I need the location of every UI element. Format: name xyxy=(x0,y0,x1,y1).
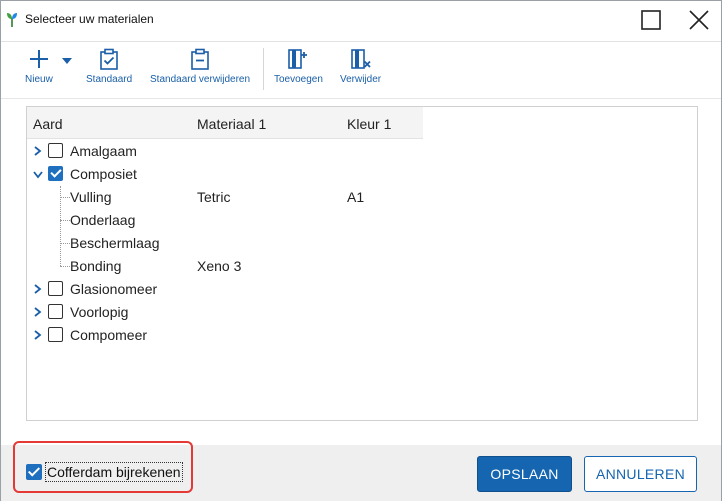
tree-row-compomeer[interactable]: Compomeer xyxy=(27,324,447,347)
row-aard: Compomeer xyxy=(70,327,148,343)
chevron-right-icon[interactable] xyxy=(32,144,44,158)
plus-icon xyxy=(29,50,48,68)
row-aard: Voorlopig xyxy=(70,304,129,320)
chevron-down-icon[interactable] xyxy=(32,167,44,181)
tree-row-bonding[interactable]: Bonding Xeno 3 xyxy=(27,255,447,278)
tree-row-glasionomeer[interactable]: Glasionomeer xyxy=(27,278,447,301)
tree-row-voorlopig[interactable]: Voorlopig xyxy=(27,301,447,324)
column-header-aard[interactable]: Aard xyxy=(33,116,63,132)
delete-label: Verwijder xyxy=(340,74,382,85)
row-checkbox[interactable] xyxy=(48,281,63,296)
tree-row-beschermlaag[interactable]: Beschermlaag xyxy=(27,232,447,255)
column-header-materiaal[interactable]: Materiaal 1 xyxy=(197,116,266,132)
standard-button[interactable]: Standaard xyxy=(86,48,132,94)
row-checkbox[interactable] xyxy=(48,143,63,158)
row-checkbox[interactable] xyxy=(48,327,63,342)
clipboard-check-icon xyxy=(100,48,118,70)
row-kleur: A1 xyxy=(347,189,365,205)
tree-row-vulling[interactable]: Vulling Tetric A1 xyxy=(27,186,447,209)
row-checkbox[interactable] xyxy=(48,304,63,319)
materials-tree-grid[interactable]: Aard Materiaal 1 Kleur 1 Amalgaam Compos… xyxy=(26,106,698,421)
chevron-right-icon[interactable] xyxy=(32,305,44,319)
toolbar: Nieuw Standaard Standaard verwijderen To… xyxy=(1,42,721,98)
app-logo-icon xyxy=(7,13,17,27)
cofferdam-label[interactable]: Cofferdam bijrekenen xyxy=(45,462,183,482)
tree-row-amalgaam[interactable]: Amalgaam xyxy=(27,140,447,163)
new-button[interactable]: Nieuw xyxy=(25,48,53,94)
row-materiaal: Xeno 3 xyxy=(197,258,242,274)
toolbar-separator xyxy=(1,98,721,99)
maximize-icon xyxy=(641,10,661,30)
new-label: Nieuw xyxy=(25,74,53,85)
delete-button[interactable]: Verwijder xyxy=(340,48,381,94)
title-bar: Selecteer uw materialen xyxy=(1,1,721,39)
chevron-right-icon[interactable] xyxy=(32,328,44,342)
row-aard: Beschermlaag xyxy=(70,235,160,251)
grid-header: Aard Materiaal 1 Kleur 1 xyxy=(27,107,423,139)
tree-row-composiet[interactable]: Composiet xyxy=(27,163,447,186)
row-aard: Glasionomeer xyxy=(70,281,158,297)
row-aard: Bonding xyxy=(70,258,122,274)
chevron-right-icon[interactable] xyxy=(32,282,44,296)
add-button[interactable]: Toevoegen xyxy=(274,48,323,94)
cofferdam-checkbox[interactable] xyxy=(26,464,42,480)
column-header-kleur[interactable]: Kleur 1 xyxy=(347,116,391,132)
delete-column-icon xyxy=(350,49,371,69)
window-title: Selecteer uw materialen xyxy=(25,12,154,26)
close-icon xyxy=(689,10,709,30)
row-checkbox[interactable] xyxy=(48,166,63,181)
clipboard-minus-icon xyxy=(191,48,209,70)
remove-standard-label: Standaard verwijderen xyxy=(150,74,251,85)
add-column-icon xyxy=(288,49,308,69)
close-button[interactable] xyxy=(679,1,719,39)
remove-standard-button[interactable]: Standaard verwijderen xyxy=(150,48,250,94)
row-aard: Vulling xyxy=(70,189,112,205)
row-materiaal: Tetric xyxy=(197,189,231,205)
add-label: Toevoegen xyxy=(274,74,323,85)
row-aard: Composiet xyxy=(70,166,137,182)
cancel-button[interactable]: ANNULEREN xyxy=(584,456,697,492)
maximize-button[interactable] xyxy=(631,1,671,39)
caret-down-icon xyxy=(62,58,72,64)
row-aard: Amalgaam xyxy=(70,143,137,159)
toolbar-divider xyxy=(263,48,264,90)
standard-label: Standaard xyxy=(86,74,133,85)
row-aard: Onderlaag xyxy=(70,212,136,228)
dialog-window: Selecteer uw materialen Nieuw Standaard … xyxy=(0,0,722,501)
new-dropdown-button[interactable] xyxy=(61,56,73,72)
tree-row-onderlaag[interactable]: Onderlaag xyxy=(27,209,447,232)
save-button[interactable]: OPSLAAN xyxy=(477,456,572,492)
